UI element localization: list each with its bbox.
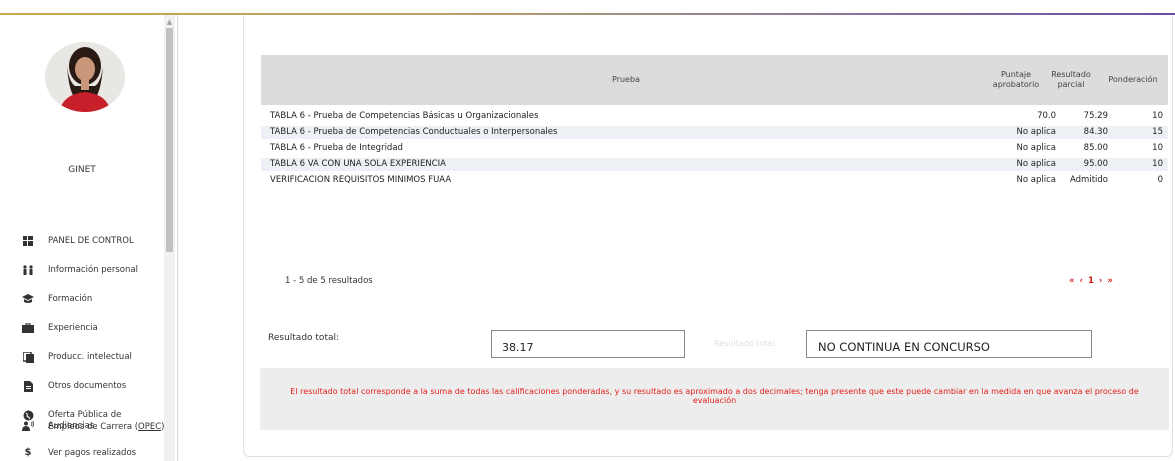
cell-ponderacion: 10 — [1152, 111, 1163, 121]
sidebar-divider — [177, 15, 178, 461]
header-resultado: Resultado parcial — [1051, 70, 1091, 89]
table-row: TABLA 6 - Prueba de Competencias Conduct… — [261, 126, 1168, 139]
total-value-field: 38.17 — [491, 330, 685, 358]
opec-link[interactable]: OPEC — [138, 422, 161, 432]
prev-page-button[interactable]: ‹ — [1079, 276, 1084, 286]
sidebar-item-audiencias[interactable]: Audiencias — [22, 420, 94, 432]
cell-puntaje: No aplica — [1016, 143, 1056, 153]
cell-puntaje: No aplica — [1016, 127, 1056, 137]
people-icon — [22, 264, 34, 276]
audience-icon — [22, 420, 34, 432]
graduation-cap-icon — [22, 293, 34, 305]
cell-resultado: 75.29 — [1083, 111, 1108, 121]
cell-prueba: TABLA 6 - Prueba de Competencias Básicas… — [270, 111, 539, 121]
cell-prueba: TABLA 6 - Prueba de Competencias Conduct… — [270, 127, 558, 137]
sidebar-item-label: Información personal — [48, 265, 138, 275]
document-icon — [22, 380, 34, 392]
sidebar-item-producc-intelectual[interactable]: Producc. intelectual — [22, 351, 132, 363]
cell-ponderacion: 0 — [1157, 175, 1163, 185]
sidebar-item-panel-de-control[interactable]: PANEL DE CONTROL — [22, 235, 134, 247]
cell-resultado: Admitido — [1070, 175, 1108, 185]
sidebar-item-experiencia[interactable]: Experiencia — [22, 322, 98, 334]
cell-resultado: 95.00 — [1083, 159, 1108, 169]
cell-puntaje: No aplica — [1016, 159, 1056, 169]
sidebar-item-label: Otros documentos — [48, 381, 127, 391]
disclaimer-note: El resultado total corresponde a la suma… — [260, 368, 1169, 430]
cell-resultado: 85.00 — [1083, 143, 1108, 153]
cell-puntaje: No aplica — [1016, 175, 1056, 185]
sidebar-item-label: Formación — [48, 294, 93, 304]
briefcase-icon — [22, 322, 34, 334]
table-header: Prueba Puntaje aprobatorio Resultado par… — [261, 55, 1168, 105]
sidebar-item-label: Ver pagos realizados — [48, 448, 137, 458]
sidebar-item-otros-documentos[interactable]: Otros documentos — [22, 380, 126, 392]
sidebar-item-formacion[interactable]: Formación — [22, 293, 92, 305]
scroll-thumb[interactable] — [166, 28, 173, 252]
header-prueba: Prueba — [612, 75, 640, 84]
sidebar-item-label: Producc. intelectual — [48, 352, 132, 362]
header-ponderacion: Ponderación — [1108, 75, 1158, 84]
table-row: VERIFICACION REQUISITOS MINIMOS FUAA No … — [261, 174, 1168, 187]
cell-prueba: VERIFICACION REQUISITOS MINIMOS FUAA — [270, 175, 452, 185]
cell-ponderacion: 10 — [1152, 159, 1163, 169]
cell-prueba: TABLA 6 - Prueba de Integridad — [270, 143, 403, 153]
ghost-total-label: Resultado total: — [714, 339, 778, 348]
user-name: GINET — [68, 165, 96, 175]
pagination-summary: 1 - 5 de 5 resultados — [285, 276, 373, 286]
table-row: TABLA 6 - Prueba de Competencias Básicas… — [261, 110, 1168, 123]
scroll-up-arrow-icon[interactable]: ▲ — [164, 17, 175, 27]
first-page-button[interactable]: « — [1069, 276, 1076, 286]
cell-ponderacion: 15 — [1152, 127, 1163, 137]
current-page[interactable]: 1 — [1088, 276, 1095, 286]
pagination: « ‹ 1 › » — [1069, 276, 1114, 286]
status-field: NO CONTINUA EN CONCURSO — [806, 330, 1092, 358]
sidebar-item-label: Audiencias — [48, 421, 95, 431]
sidebar-item-label: PANEL DE CONTROL — [48, 236, 134, 246]
sidebar-scrollbar[interactable]: ▲ — [164, 15, 175, 461]
cell-prueba: TABLA 6 VA CON UNA SOLA EXPERIENCIA — [270, 159, 446, 169]
dollar-icon: $ — [24, 447, 32, 458]
sidebar-item-ver-pagos[interactable]: $ Ver pagos realizados — [22, 447, 137, 459]
header-puntaje: Puntaje aprobatorio — [992, 70, 1040, 89]
next-page-button[interactable]: › — [1099, 276, 1104, 286]
cell-puntaje: 70.0 — [1037, 111, 1056, 121]
total-label: Resultado total: — [268, 333, 340, 343]
last-page-button[interactable]: » — [1107, 276, 1114, 286]
table-row: TABLA 6 - Prueba de Integridad No aplica… — [261, 142, 1168, 155]
publication-icon — [22, 351, 34, 363]
cell-ponderacion: 10 — [1152, 143, 1163, 153]
sidebar-item-informacion-personal[interactable]: Información personal — [22, 264, 138, 276]
avatar — [45, 42, 125, 112]
sidebar-item-label: Experiencia — [48, 323, 98, 333]
dashboard-icon — [22, 235, 34, 247]
cell-resultado: 84.30 — [1083, 127, 1108, 137]
table-row: TABLA 6 VA CON UNA SOLA EXPERIENCIA No a… — [261, 158, 1168, 171]
